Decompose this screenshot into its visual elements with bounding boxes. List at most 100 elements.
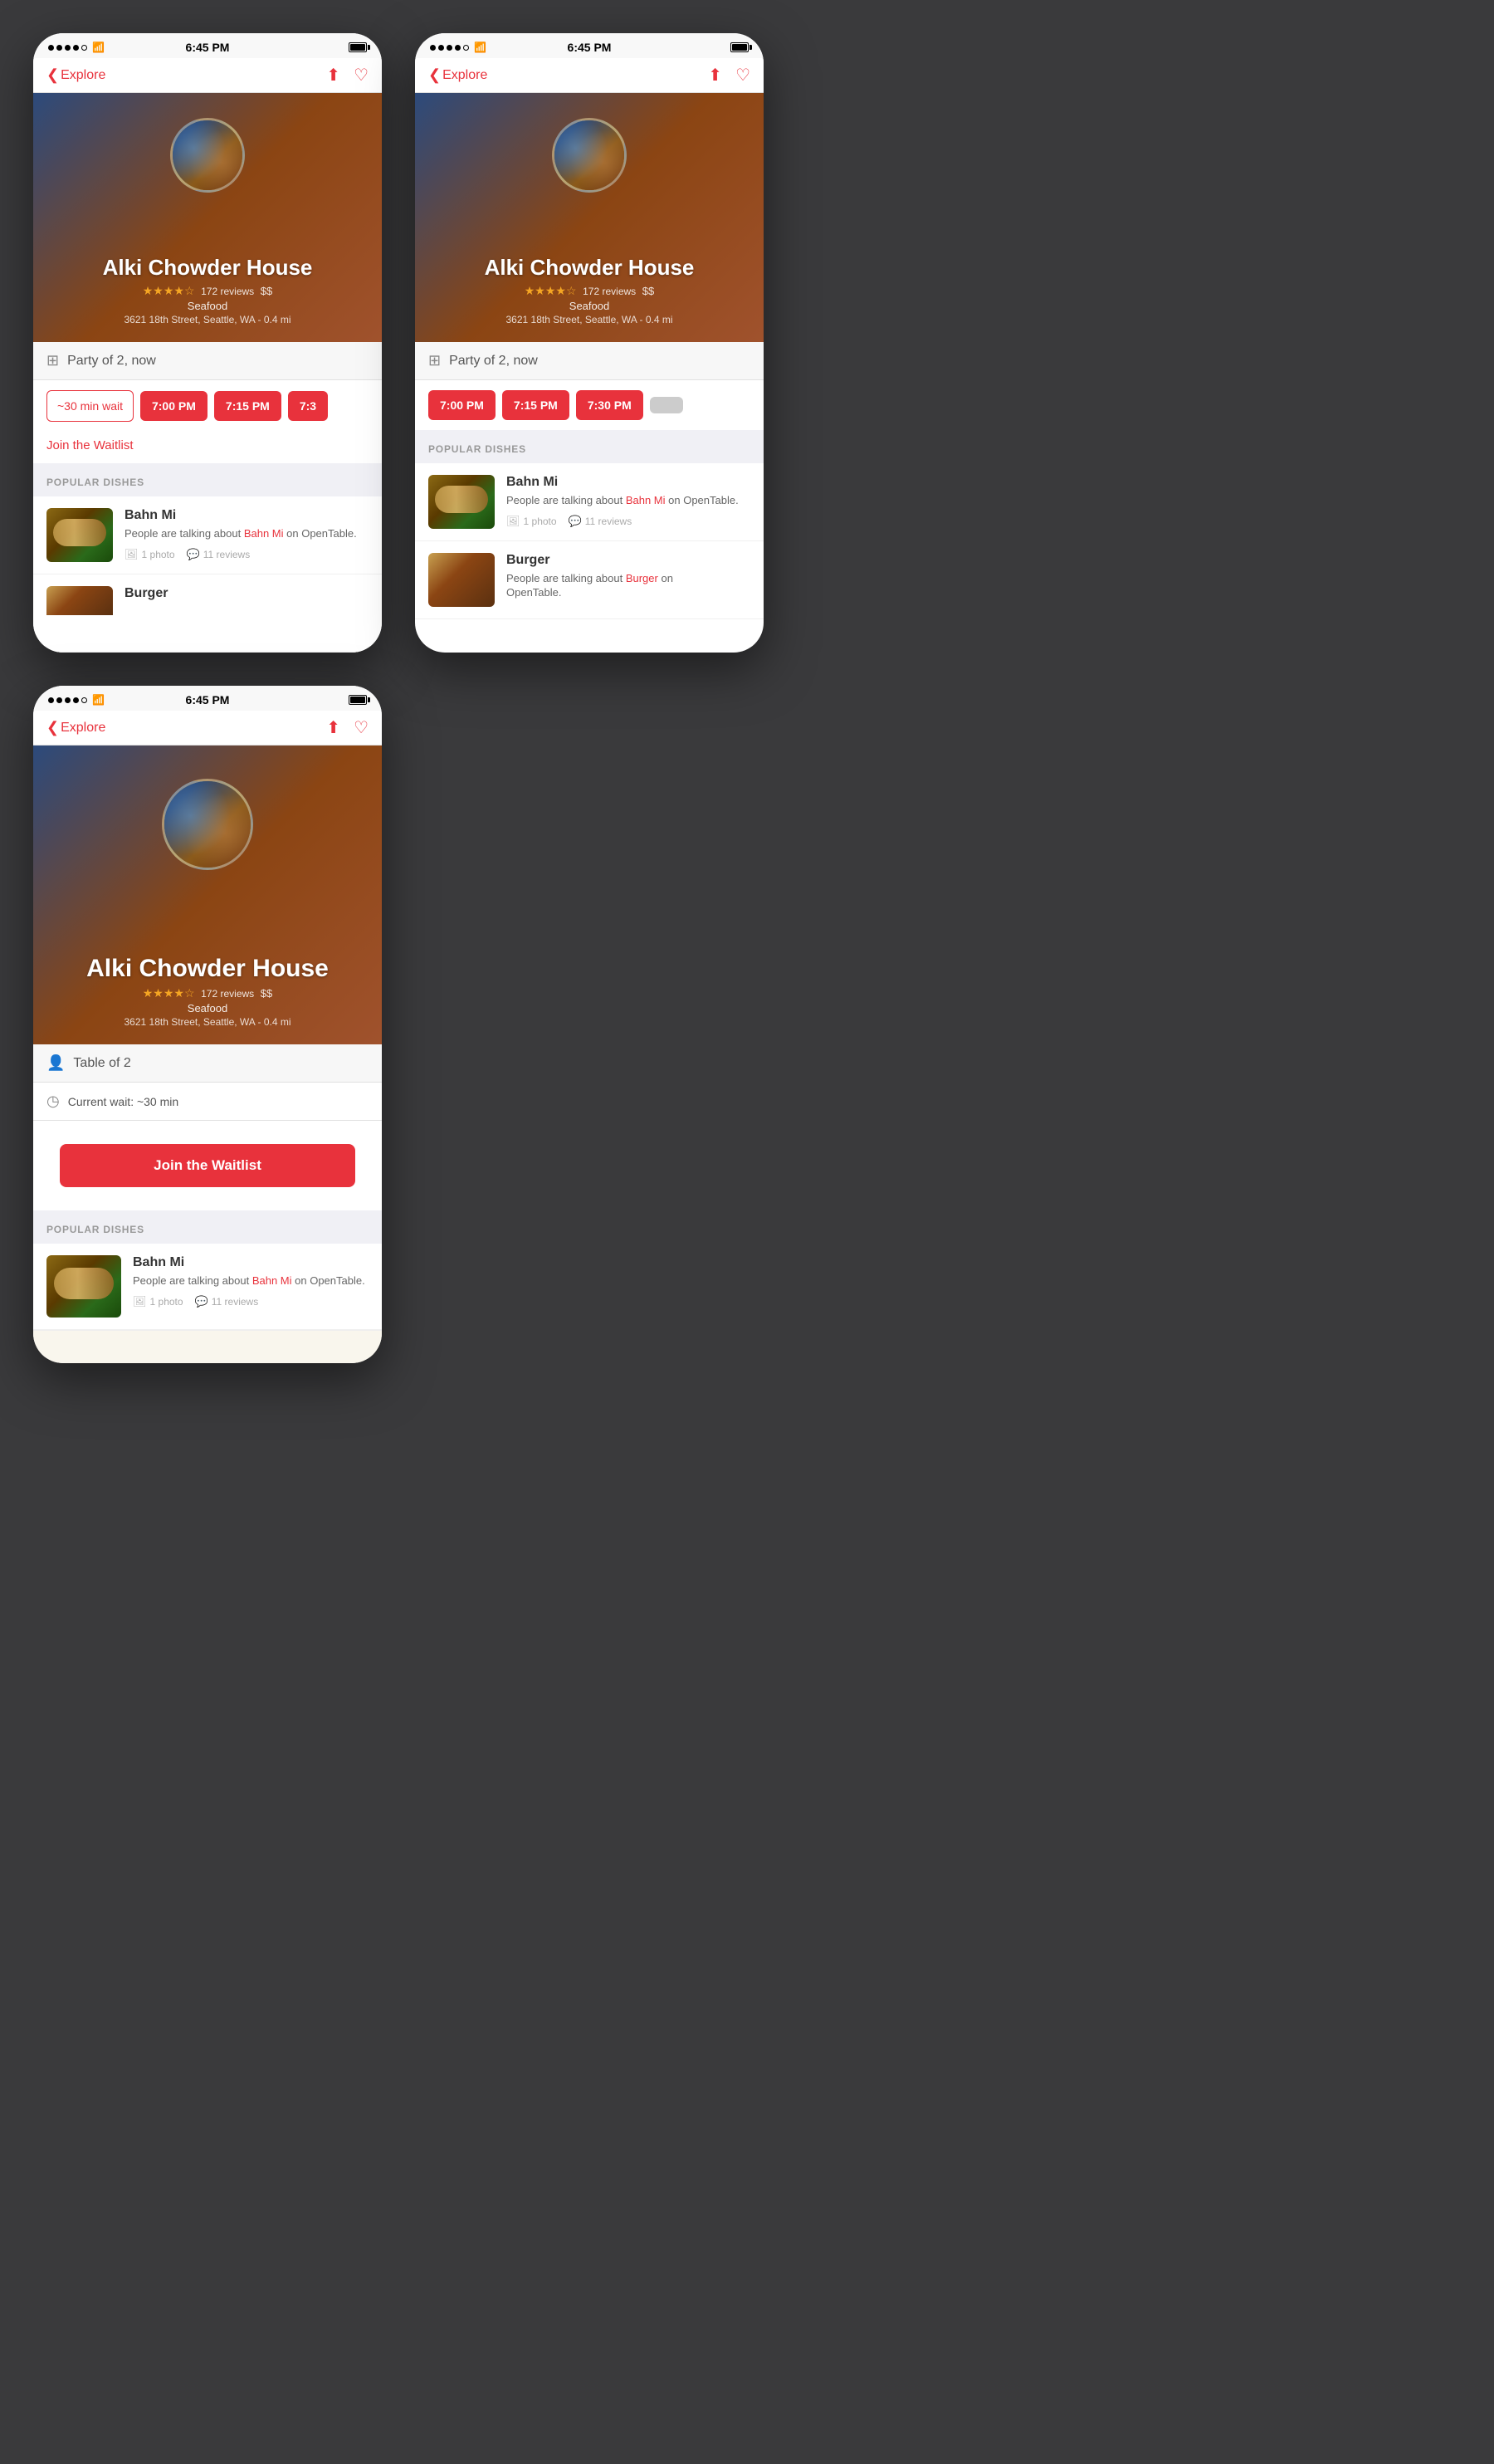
nav-actions-1: ⬆ ♡ (326, 65, 369, 86)
signal-dot-3 (65, 45, 71, 51)
dish-desc-text-1: People are talking about (124, 527, 244, 540)
comment-icon-1: 💬 (187, 548, 200, 561)
time-btn-730-1[interactable]: 7:3 (288, 391, 328, 421)
heart-icon-2[interactable]: ♡ (735, 65, 750, 86)
share-icon[interactable]: ⬆ (326, 65, 340, 86)
time-btn-715-2[interactable]: 7:15 PM (502, 390, 569, 420)
reviews-3: 172 reviews (201, 988, 254, 1000)
heart-icon-3[interactable]: ♡ (354, 717, 369, 738)
dish-name-burger-1: Burger (124, 586, 369, 601)
hero-2: Alki Chowder House ★★★★☆ 172 reviews $$ … (415, 93, 764, 342)
nav-bar-1: ❮ Explore ⬆ ♡ (33, 58, 382, 93)
signal-area-3: 📶 (48, 694, 105, 706)
dish-image-bahnmi-2 (428, 475, 495, 529)
share-icon-2[interactable]: ⬆ (708, 65, 722, 86)
booking-row-1: ~30 min wait 7:00 PM 7:15 PM 7:3 (33, 380, 382, 432)
nav-bar-3: ❮ Explore ⬆ ♡ (33, 711, 382, 746)
dish-photos-1: 🖼 1 photo (124, 548, 175, 561)
phone-2: 📶 6:45 PM ❮ Explore ⬆ ♡ (415, 33, 764, 653)
share-icon-3[interactable]: ⬆ (326, 717, 340, 738)
category-3: Seafood (188, 1002, 227, 1014)
back-button-2[interactable]: ❮ Explore (428, 66, 487, 84)
table-icon-2: ⊞ (428, 352, 441, 369)
hero-meta-3: ★★★★☆ 172 reviews $$ (143, 986, 273, 1000)
price-1: $$ (261, 285, 272, 297)
category-1: Seafood (188, 300, 227, 312)
phone-3: 📶 6:45 PM ❮ Explore ⬆ ♡ (33, 686, 382, 1363)
dish-item-bahnmi-2: Bahn Mi People are talking about Bahn Mi… (415, 463, 764, 541)
waitlist-cta-text-3: Join the Waitlist (154, 1157, 261, 1173)
heart-icon[interactable]: ♡ (354, 65, 369, 86)
table-row-3[interactable]: 👤 Table of 2 (33, 1044, 382, 1083)
battery-area-2 (730, 42, 749, 52)
hero-meta-2: ★★★★☆ 172 reviews $$ (525, 284, 655, 298)
restaurant-avatar-1 (170, 118, 245, 193)
back-button-3[interactable]: ❮ Explore (46, 719, 105, 736)
hero-1: Alki Chowder House ★★★★☆ 172 reviews $$ … (33, 93, 382, 342)
restaurant-name-3: Alki Chowder House (86, 955, 329, 983)
dish-image-bahnmi-1 (46, 508, 113, 562)
battery-icon (349, 42, 367, 52)
party-text-1: Party of 2, now (67, 354, 156, 369)
popular-dishes-header-1: POPULAR DISHES (33, 463, 382, 496)
signal-area: 📶 (48, 42, 105, 53)
dish-photos-3: 🖼 1 photo (133, 1295, 183, 1308)
reviews-2: 172 reviews (583, 286, 636, 297)
booking-row-2: 7:00 PM 7:15 PM 7:30 PM (415, 380, 764, 430)
popular-dishes-header-2: POPULAR DISHES (415, 430, 764, 463)
section-title-2: POPULAR DISHES (428, 443, 526, 455)
time-btn-700-1[interactable]: 7:00 PM (140, 391, 208, 421)
address-3: 3621 18th Street, Seattle, WA - 0.4 mi (124, 1016, 291, 1028)
party-row-2[interactable]: ⊞ Party of 2, now (415, 342, 764, 380)
dish-info-bahnmi-3: Bahn Mi People are talking about Bahn Mi… (133, 1255, 369, 1308)
party-row-1[interactable]: ⊞ Party of 2, now (33, 342, 382, 380)
wait-button-1[interactable]: ~30 min wait (46, 390, 134, 422)
dish-link-burger-2[interactable]: Burger (626, 572, 658, 584)
dish-image-bahnmi-3 (46, 1255, 121, 1318)
waitlist-cta-wrapper-3: Join the Waitlist (33, 1121, 382, 1210)
party-text-2: Party of 2, now (449, 354, 538, 369)
nav-actions-3: ⬆ ♡ (326, 717, 369, 738)
battery-icon-3 (349, 695, 367, 705)
popular-dishes-header-3: POPULAR DISHES (33, 1210, 382, 1244)
dish-reviews-3: 💬 11 reviews (195, 1295, 259, 1308)
battery-area-3 (349, 695, 367, 705)
stars-1: ★★★★☆ (143, 284, 195, 297)
waitlist-link-text-1[interactable]: Join the Waitlist (46, 438, 133, 452)
restaurant-avatar-3 (162, 779, 253, 870)
clock-icon-3: ◷ (46, 1093, 60, 1110)
photo-icon-3: 🖼 (133, 1295, 147, 1308)
dish-name-bahnmi-1: Bahn Mi (124, 508, 369, 523)
waitlist-cta-3[interactable]: Join the Waitlist (60, 1144, 355, 1187)
dish-reviews-2: 💬 11 reviews (569, 515, 632, 528)
photo-icon-2: 🖼 (506, 515, 520, 528)
dish-desc-burger-2: People are talking about Burger on (506, 571, 750, 586)
dish-item-bahnmi-3: Bahn Mi People are talking about Bahn Mi… (33, 1244, 382, 1330)
person-icon-3: 👤 (46, 1054, 65, 1072)
status-bar-1: 📶 6:45 PM (33, 33, 382, 58)
dish-info-bahnmi-1: Bahn Mi People are talking about Bahn Mi… (124, 508, 369, 561)
dish-desc-text-2: on OpenTable. (284, 527, 357, 540)
restaurant-avatar-2 (552, 118, 627, 193)
reviews-1: 172 reviews (201, 286, 254, 297)
nav-bar-2: ❮ Explore ⬆ ♡ (415, 58, 764, 93)
wifi-icon: 📶 (92, 42, 105, 53)
address-2: 3621 18th Street, Seattle, WA - 0.4 mi (506, 314, 673, 325)
status-time: 6:45 PM (186, 41, 230, 54)
dish-link-bahnmi-1[interactable]: Bahn Mi (244, 527, 284, 540)
price-2: $$ (642, 285, 654, 297)
signal-dot-2 (56, 45, 62, 51)
dish-link-bahnmi-3[interactable]: Bahn Mi (252, 1274, 292, 1287)
signal-dot-1 (48, 45, 54, 51)
signal-area-2: 📶 (430, 42, 486, 53)
time-btn-715-1[interactable]: 7:15 PM (214, 391, 281, 421)
time-btn-730-2[interactable]: 7:30 PM (576, 390, 643, 420)
status-bar-2: 📶 6:45 PM (415, 33, 764, 58)
back-button-1[interactable]: ❮ Explore (46, 66, 105, 84)
dish-image-burger-1 (46, 586, 113, 640)
chevron-left-icon-3: ❮ (46, 719, 59, 736)
dish-link-bahnmi-2[interactable]: Bahn Mi (626, 494, 666, 506)
time-btn-700-2[interactable]: 7:00 PM (428, 390, 496, 420)
dish-meta-bahnmi-2: 🖼 1 photo 💬 11 reviews (506, 515, 750, 528)
restaurant-name-2: Alki Chowder House (485, 255, 695, 281)
